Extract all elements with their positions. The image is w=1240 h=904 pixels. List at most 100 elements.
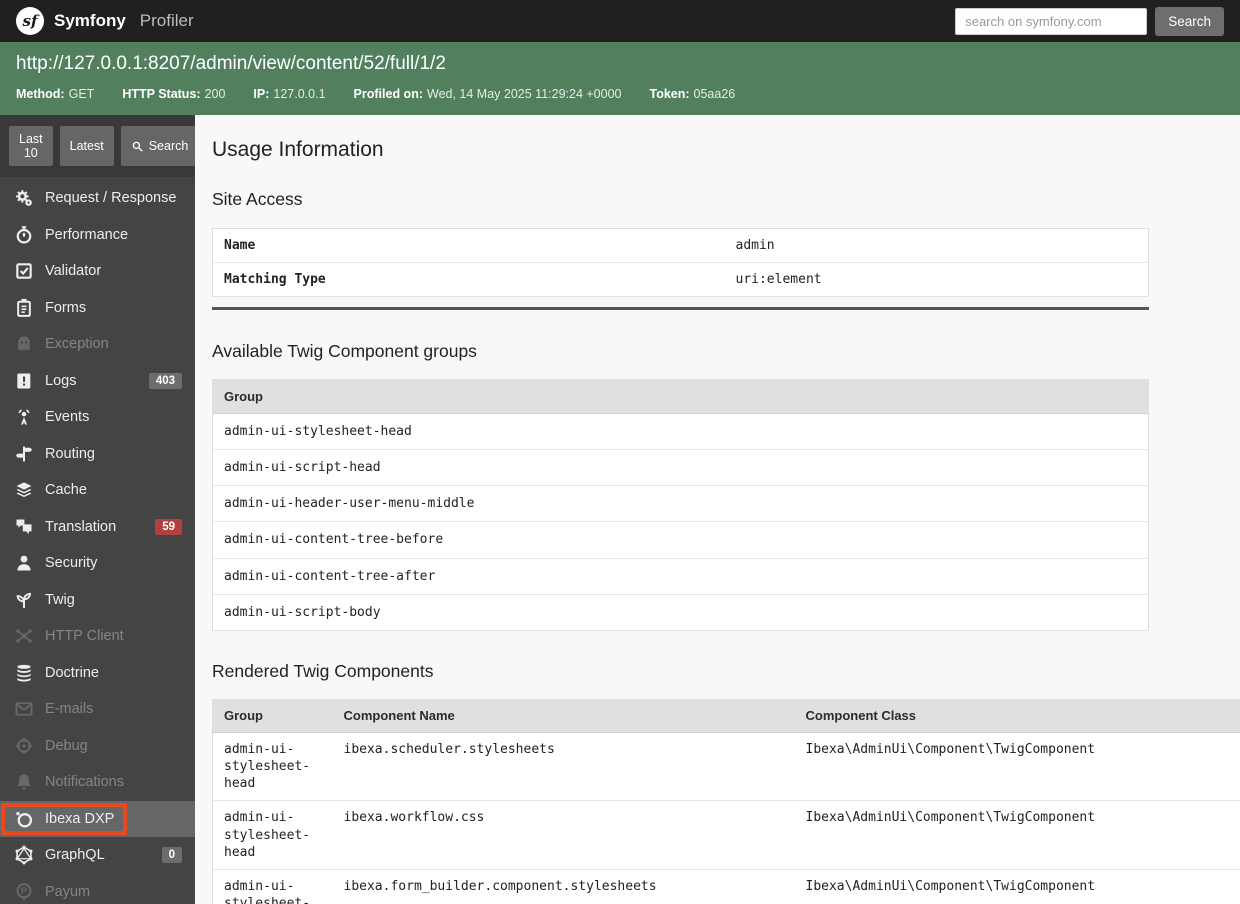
sidebar-item-performance[interactable]: Performance bbox=[0, 217, 195, 254]
menu-item-box: GraphQL bbox=[1, 839, 118, 871]
menu-item-box: Validator bbox=[1, 255, 114, 287]
menu-label: Notifications bbox=[45, 774, 124, 791]
bell-icon bbox=[14, 772, 34, 792]
person-icon bbox=[14, 553, 34, 573]
rendered-components-table: Group Component Name Component Class adm… bbox=[212, 698, 1240, 904]
symfony-logo-icon: sf bbox=[16, 7, 44, 35]
table-row: admin-ui-script-head bbox=[212, 449, 1149, 487]
row-value: uri:element bbox=[724, 262, 1149, 297]
menu-label: Doctrine bbox=[45, 664, 99, 681]
column-header-group: Group bbox=[212, 698, 333, 733]
rendered-components-heading: Rendered Twig Components bbox=[212, 660, 434, 681]
menu-label: Exception bbox=[45, 336, 109, 353]
menu-label: Payum bbox=[45, 883, 91, 900]
page-title: Usage Information bbox=[212, 138, 384, 161]
button-label: Last 10 bbox=[19, 132, 43, 160]
sidebar-item-translation[interactable]: Translation 59 bbox=[0, 509, 195, 546]
meta-pair: Token: 05aa26 bbox=[649, 87, 735, 101]
menu-item-box: Doctrine bbox=[1, 657, 112, 689]
group-cell: admin-ui-content-tree-after bbox=[212, 558, 1149, 595]
menu-label: Events bbox=[45, 409, 90, 426]
sidebar-item-logs[interactable]: Logs 403 bbox=[0, 363, 195, 400]
sidebar-button-last-10[interactable]: Last 10 bbox=[9, 126, 53, 166]
envelope-icon bbox=[14, 699, 34, 719]
twig-groups-heading: Available Twig Component groups bbox=[212, 341, 477, 361]
table-row: admin-ui-header-user-menu-middle bbox=[212, 485, 1149, 523]
sidebar-item-forms[interactable]: Forms bbox=[0, 290, 195, 327]
brand: sf Symfony Profiler bbox=[16, 7, 194, 35]
menu-label: E-mails bbox=[45, 701, 94, 718]
meta-value: Wed, 14 May 2025 11:29:24 +0000 bbox=[427, 87, 622, 101]
menu-item-box: Debug bbox=[1, 730, 101, 762]
sidebar-item-notifications[interactable]: Notifications bbox=[0, 764, 195, 801]
component-name-cell: ibexa.scheduler.stylesheets bbox=[332, 732, 795, 802]
sidebar-item-exception[interactable]: Exception bbox=[0, 326, 195, 363]
topbar-search: Search bbox=[955, 6, 1224, 36]
sidebar-item-validator[interactable]: Validator bbox=[0, 253, 195, 290]
sidebar-item-http-client[interactable]: HTTP Client bbox=[0, 618, 195, 655]
sidebar-header: Last 10 Latest Search bbox=[0, 115, 195, 177]
table-row: admin-ui-stylesheet-head ibexa.scheduler… bbox=[212, 732, 1240, 802]
menu-badge: 59 bbox=[155, 518, 182, 535]
menu-item-box: HTTP Client bbox=[1, 620, 137, 652]
component-class-cell: Ibexa\AdminUi\Component\TwigComponent bbox=[794, 869, 1240, 904]
graphql-icon bbox=[14, 845, 34, 865]
button-label: Latest bbox=[69, 139, 104, 153]
column-header-component-name: Component Name bbox=[332, 698, 795, 733]
sidebar-item-request-response[interactable]: Request / Response bbox=[0, 180, 195, 217]
group-cell: admin-ui-stylesheet-head bbox=[212, 869, 333, 904]
group-cell: admin-ui-stylesheet-head bbox=[212, 413, 1149, 451]
meta-label: Profiled on: bbox=[353, 87, 423, 101]
group-cell: admin-ui-script-body bbox=[212, 594, 1149, 631]
row-label: Name bbox=[212, 228, 725, 263]
menu-item-box: Ibexa DXP bbox=[1, 802, 128, 835]
group-cell: admin-ui-script-head bbox=[212, 449, 1149, 487]
menu-item-box: Translation bbox=[1, 511, 129, 543]
sidebar-button-latest[interactable]: Latest bbox=[59, 126, 114, 166]
sidebar-item-debug[interactable]: Debug bbox=[0, 728, 195, 765]
meta-value: 200 bbox=[204, 87, 226, 101]
brand-suffix: Profiler bbox=[139, 11, 194, 30]
sidebar-item-events[interactable]: Events bbox=[0, 399, 195, 436]
table-row: Matching Type uri:element bbox=[212, 262, 1149, 297]
menu-label: Performance bbox=[45, 226, 129, 243]
row-label: Matching Type bbox=[212, 262, 725, 297]
profiled-url: http://127.0.0.1:8207/admin/view/content… bbox=[16, 53, 446, 74]
symfony-search-button[interactable]: Search bbox=[1155, 6, 1224, 36]
checkbox-icon bbox=[14, 261, 34, 281]
sidebar-item-doctrine[interactable]: Doctrine bbox=[0, 655, 195, 692]
meta-value: 127.0.0.1 bbox=[273, 87, 326, 101]
table-row: admin-ui-stylesheet-head ibexa.form_buil… bbox=[212, 869, 1240, 904]
menu-item-box: Twig bbox=[1, 584, 88, 616]
plant-icon bbox=[14, 590, 34, 610]
sidebar-item-security[interactable]: Security bbox=[0, 545, 195, 582]
column-header-component-class: Component Class bbox=[794, 698, 1240, 733]
menu-label: Routing bbox=[45, 445, 95, 462]
sidebar-button-search[interactable]: Search bbox=[120, 126, 195, 166]
gears-icon bbox=[14, 188, 34, 208]
component-class-cell: Ibexa\AdminUi\Component\TwigComponent bbox=[794, 732, 1240, 802]
sidebar-item-emails[interactable]: E-mails bbox=[0, 691, 195, 728]
menu-label: GraphQL bbox=[45, 847, 105, 864]
ghost-icon bbox=[14, 334, 34, 354]
sidebar-item-payum[interactable]: P Payum bbox=[0, 874, 195, 904]
database-icon bbox=[14, 663, 34, 683]
table-header-row: Group Component Name Component Class bbox=[212, 698, 1240, 733]
sidebar-item-twig[interactable]: Twig bbox=[0, 582, 195, 619]
row-value: admin bbox=[724, 228, 1149, 263]
brand-name: Symfony bbox=[54, 11, 126, 30]
meta-pair: IP: 127.0.0.1 bbox=[253, 87, 325, 101]
symfony-search-input[interactable] bbox=[955, 7, 1148, 35]
sidebar-item-graphql[interactable]: GraphQL 0 bbox=[0, 837, 195, 874]
column-header-group: Group bbox=[212, 379, 1149, 414]
component-name-cell: ibexa.form_builder.component.stylesheets bbox=[332, 869, 795, 904]
menu-item-box: Notifications bbox=[1, 766, 137, 798]
sidebar-item-routing[interactable]: Routing bbox=[0, 436, 195, 473]
network-icon bbox=[14, 626, 34, 646]
site-access-table: Name admin Matching Type uri:element bbox=[212, 228, 1149, 297]
sidebar-item-ibexa-dxp[interactable]: Ibexa DXP bbox=[0, 800, 195, 837]
menu-item-box: Events bbox=[1, 401, 102, 433]
sidebar-item-cache[interactable]: Cache bbox=[0, 472, 195, 509]
menu-label: Cache bbox=[45, 482, 87, 499]
twig-groups-table: Group admin-ui-stylesheet-head admin-ui-… bbox=[212, 379, 1149, 631]
